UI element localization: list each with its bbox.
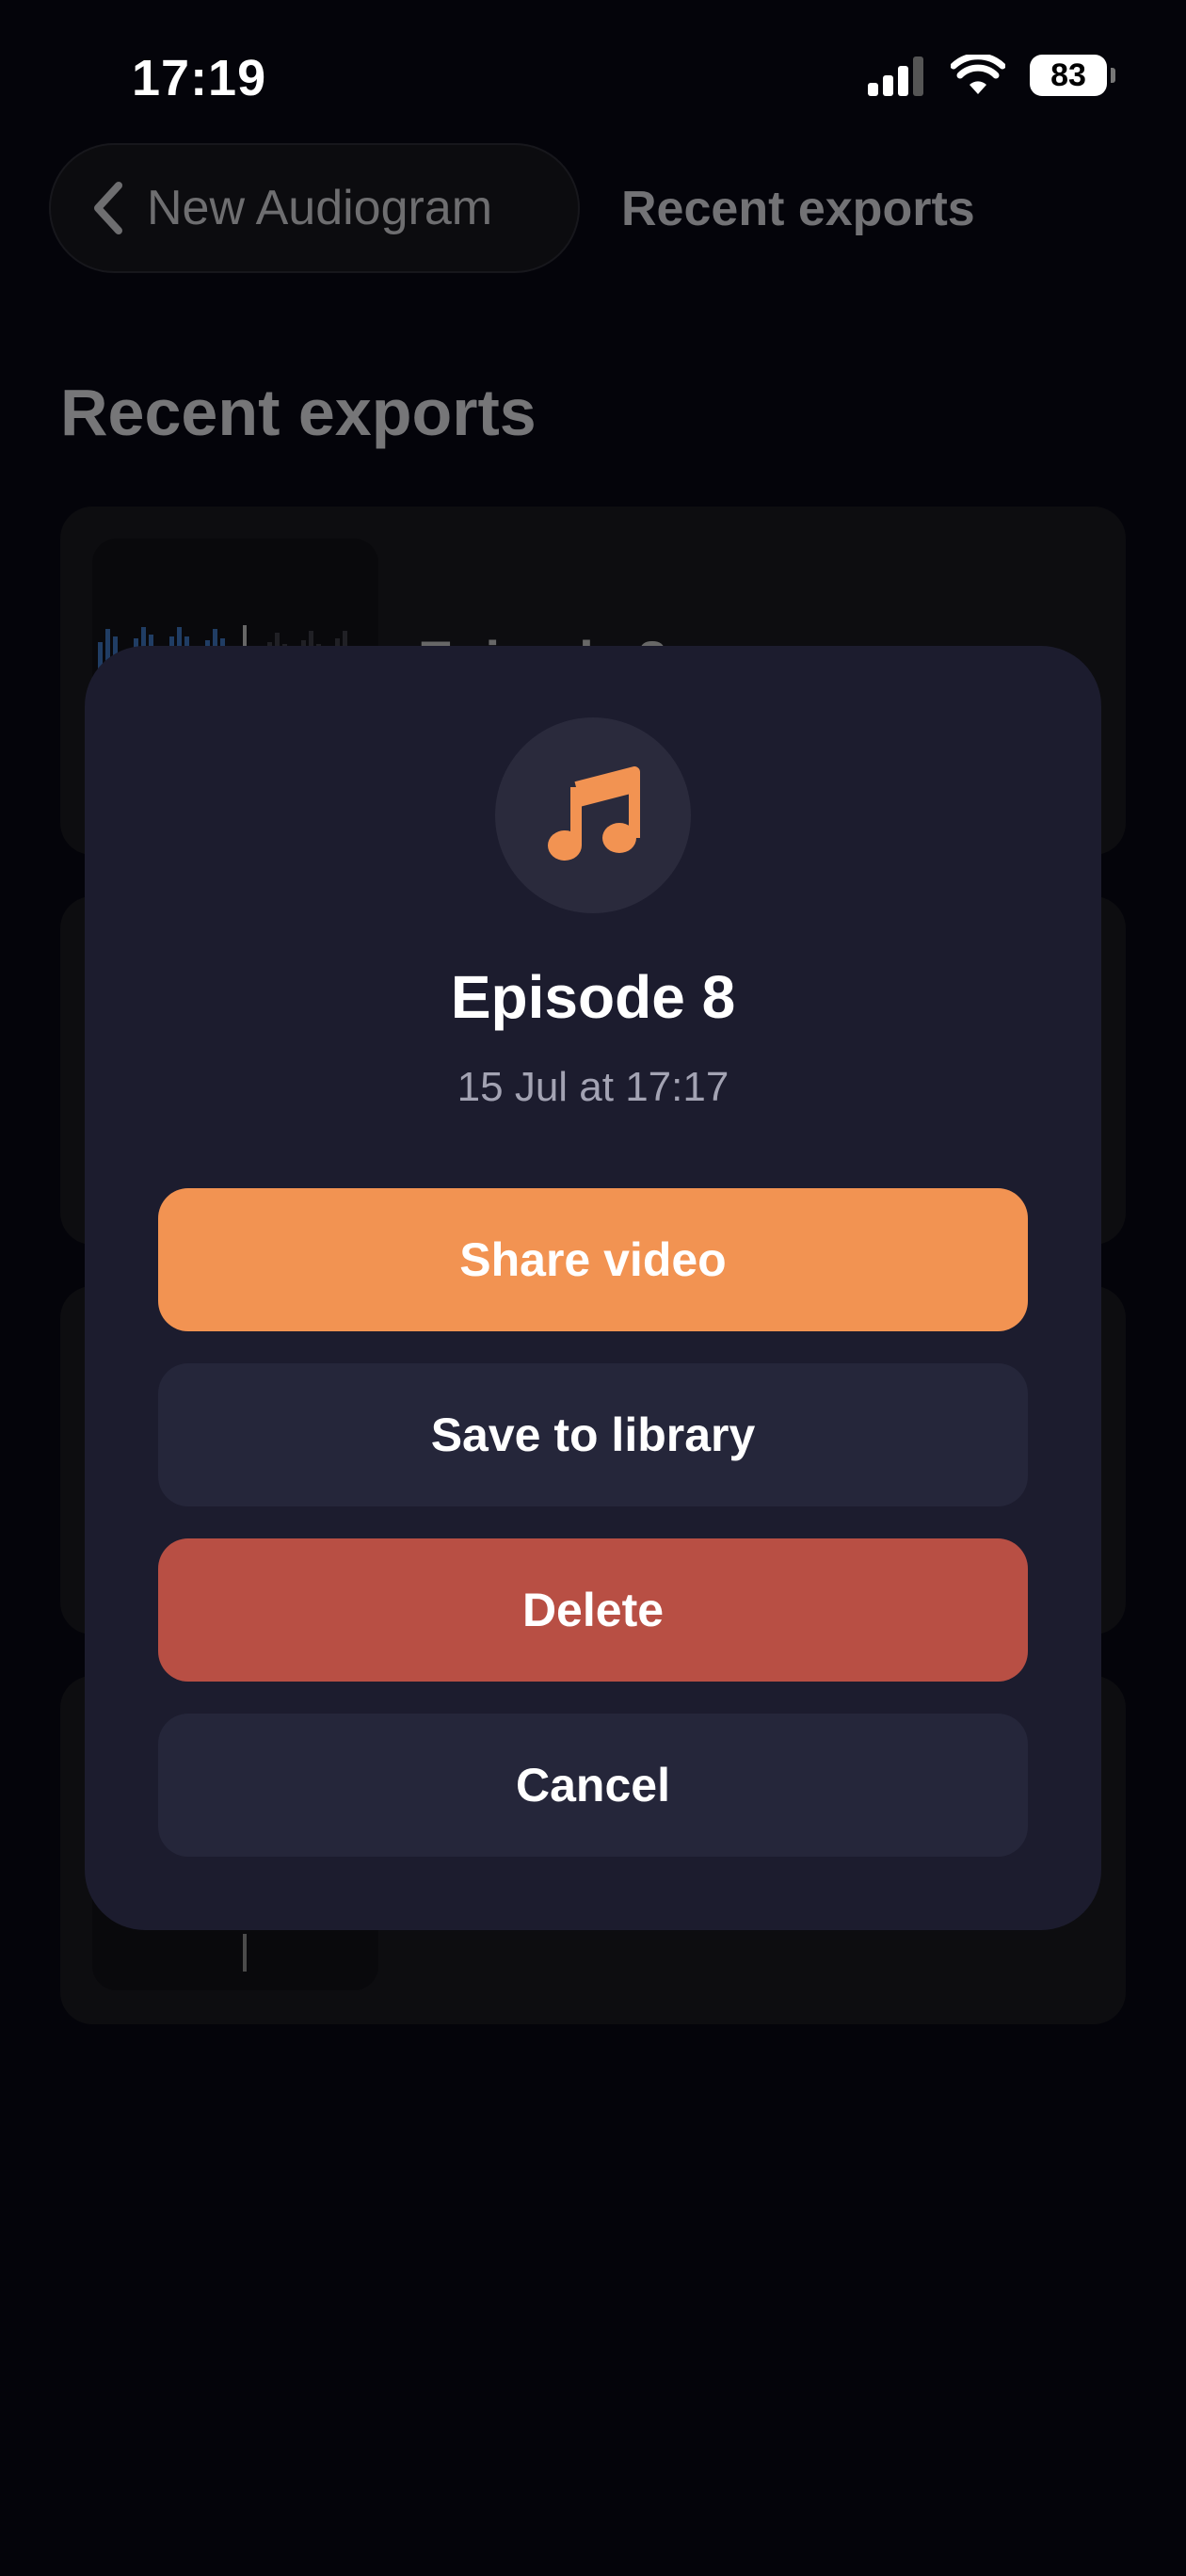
- music-note-icon: [548, 766, 640, 861]
- back-button-label: New Audiogram: [147, 181, 493, 235]
- share-video-button[interactable]: Share video: [158, 1188, 1028, 1331]
- music-note-badge: [495, 717, 691, 913]
- cellular-signal-icon: [868, 56, 923, 96]
- nav-title: Recent exports: [621, 182, 975, 236]
- wifi-icon: [951, 55, 1005, 94]
- delete-button[interactable]: Delete: [158, 1538, 1028, 1682]
- battery-level: 83: [1050, 56, 1086, 93]
- back-button[interactable]: New Audiogram: [49, 143, 580, 273]
- dialog-title: Episode 8: [450, 963, 736, 1031]
- page-title: Recent exports: [60, 376, 537, 449]
- cancel-button[interactable]: Cancel: [158, 1714, 1028, 1857]
- chevron-left-icon: [94, 182, 122, 234]
- status-time: 17:19: [132, 50, 267, 106]
- dialog-date: 15 Jul at 17:17: [457, 1064, 729, 1110]
- playhead-marker: [243, 1934, 247, 1972]
- status-icons: 83: [866, 55, 1115, 96]
- save-to-library-button[interactable]: Save to library: [158, 1363, 1028, 1506]
- battery-indicator: 83: [1030, 55, 1115, 96]
